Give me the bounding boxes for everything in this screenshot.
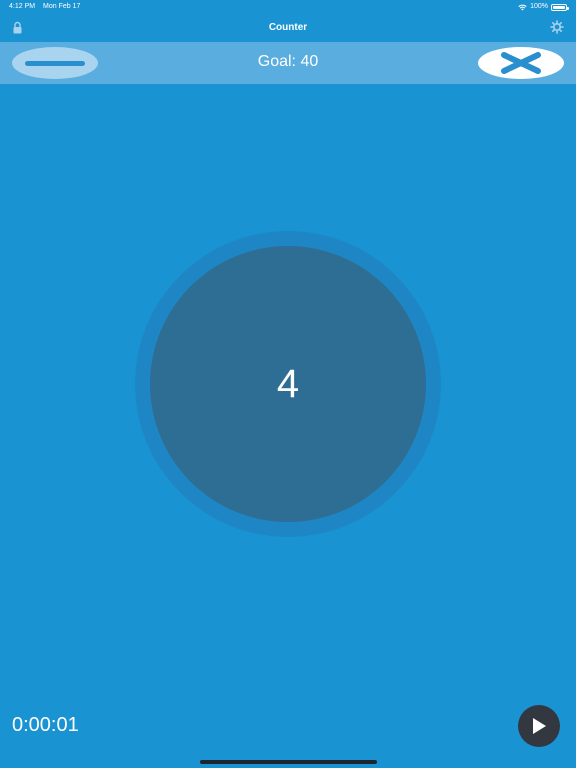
status-date: Mon Feb 17 xyxy=(43,3,81,10)
goal-toolbar: Goal: 40 xyxy=(0,42,576,84)
page-title: Counter xyxy=(268,22,308,33)
reset-button[interactable] xyxy=(478,47,564,79)
counter-button[interactable]: 4 xyxy=(150,246,426,522)
home-indicator[interactable] xyxy=(200,760,377,764)
status-left: 4:12 PM Mon Feb 17 xyxy=(9,0,86,14)
status-right: 100% xyxy=(518,0,569,14)
battery-percent: 100% xyxy=(530,3,548,10)
status-time: 4:12 PM xyxy=(9,3,36,10)
play-icon xyxy=(533,718,546,734)
close-icon xyxy=(501,52,541,74)
wifi-icon xyxy=(518,4,527,10)
battery-icon xyxy=(551,3,569,11)
counter-value: 4 xyxy=(276,361,300,406)
play-button[interactable] xyxy=(518,705,560,747)
title-bar: Counter xyxy=(0,14,576,42)
elapsed-timer: 0:00:01 xyxy=(12,714,79,736)
gear-icon[interactable] xyxy=(550,20,564,34)
status-bar: 4:12 PM Mon Feb 17 100% xyxy=(0,0,576,14)
